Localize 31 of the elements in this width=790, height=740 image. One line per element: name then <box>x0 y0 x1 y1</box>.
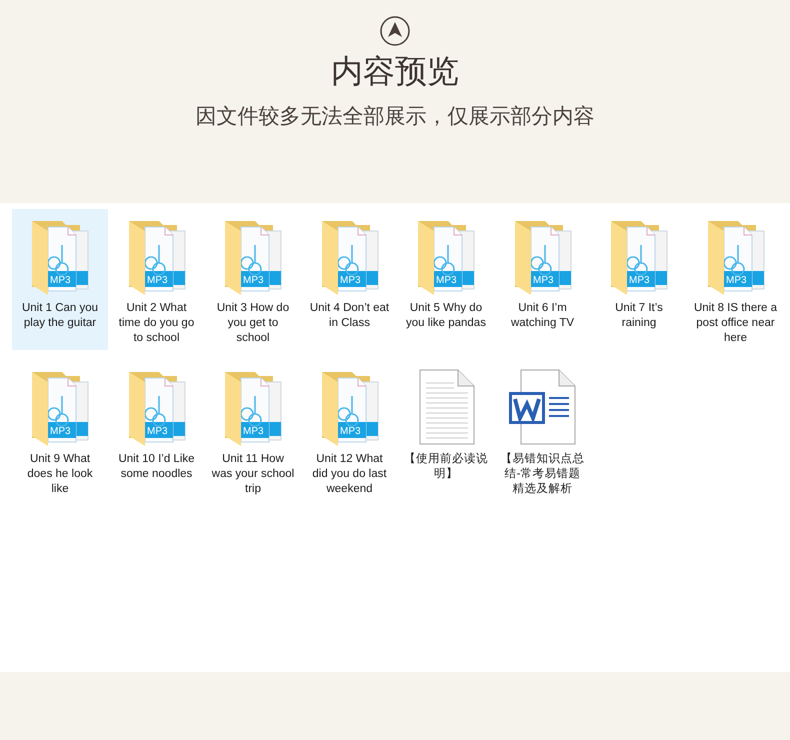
file-item[interactable]: MP3 Unit 2 What time do you go to school <box>108 209 204 350</box>
file-item[interactable]: MP3 Unit 9 What does he look like <box>12 360 108 501</box>
file-name: Unit 7 It’s raining <box>614 301 664 331</box>
file-name: Unit 8 IS there a post office near here <box>694 301 778 346</box>
file-item[interactable]: MP3 Unit 10 I’d Like some noodles <box>108 360 204 501</box>
file-item[interactable]: MP3 Unit 6 I’m watching TV <box>494 209 590 350</box>
section-title: 内容预览 <box>331 52 459 91</box>
file-item[interactable]: MP3 Unit 12 What did you do last weekend <box>302 360 398 501</box>
file-item[interactable]: MP3 Unit 11 How was your school trip <box>205 360 301 501</box>
word-document-icon <box>506 368 578 446</box>
file-name: Unit 3 How do you get to school <box>216 301 290 346</box>
file-item[interactable]: MP3 Unit 5 Why do you like pandas <box>398 209 494 350</box>
file-item[interactable]: MP3 Unit 1 Can you play the guitar <box>12 209 108 350</box>
file-item[interactable]: MP3 Unit 7 It’s raining <box>591 209 687 350</box>
file-name: Unit 9 What does he look like <box>26 452 94 497</box>
file-name: Unit 6 I’m watching TV <box>510 301 576 331</box>
file-name: Unit 2 What time do you go to school <box>118 301 196 346</box>
file-item[interactable]: MP3 Unit 4 Don’t eat in Class <box>302 209 398 350</box>
file-name: Unit 5 Why do you like pandas <box>405 301 487 331</box>
file-item[interactable]: 【易错知识点总结-常考易错题精选及解析 <box>494 360 590 501</box>
file-name: Unit 1 Can you play the guitar <box>20 301 100 331</box>
section-subtitle: 因文件较多无法全部展示，仅展示部分内容 <box>196 104 594 130</box>
file-name: Unit 10 I’d Like some noodles <box>117 452 196 482</box>
file-name: Unit 12 What did you do last weekend <box>311 452 388 497</box>
file-name: 【易错知识点总结-常考易错题精选及解析 <box>500 452 584 497</box>
file-item[interactable]: MP3 Unit 3 How do you get to school <box>205 209 301 350</box>
file-name: 【使用前必读说明】 <box>404 452 488 482</box>
file-name: Unit 11 How was your school trip <box>211 452 295 497</box>
file-item[interactable]: 【使用前必读说明】 <box>398 360 494 501</box>
file-name: Unit 4 Don’t eat in Class <box>308 301 390 331</box>
file-item[interactable]: MP3 Unit 8 IS there a post office near here <box>688 209 784 350</box>
